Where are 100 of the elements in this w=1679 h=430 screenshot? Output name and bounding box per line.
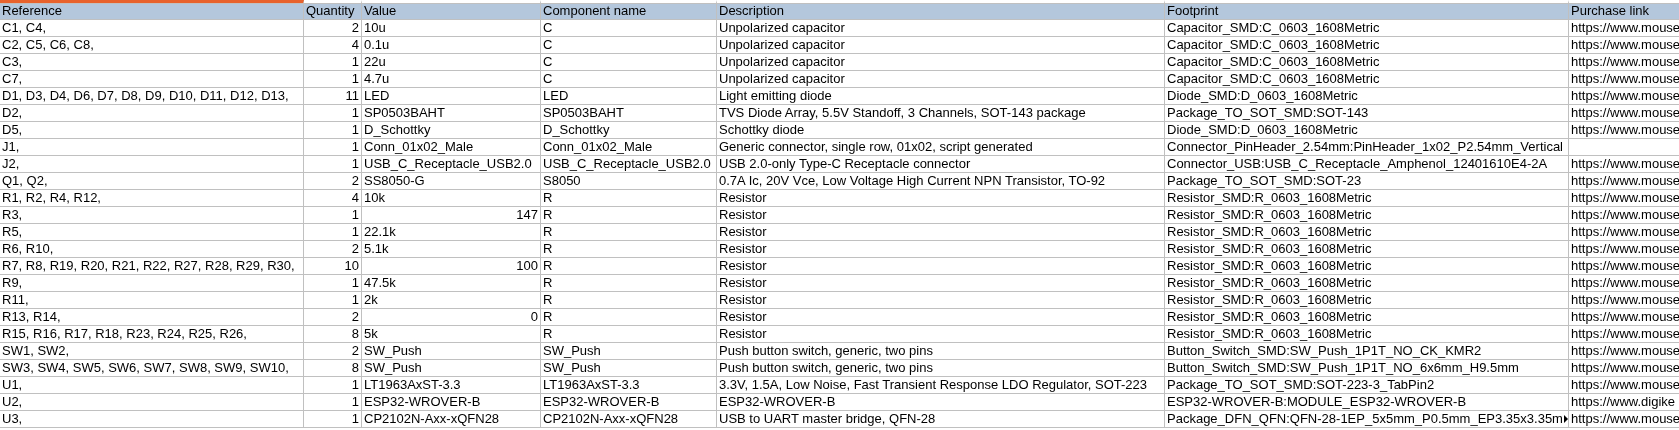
table-cell: R bbox=[541, 309, 717, 326]
table-cell: D_Schottky bbox=[541, 122, 717, 139]
table-cell: 8 bbox=[304, 360, 362, 377]
table-cell: 1 bbox=[304, 139, 362, 156]
table-cell: CP2102N-Axx-xQFN28 bbox=[362, 411, 541, 428]
table-cell: Resistor_SMD:R_0603_1608Metric bbox=[1165, 326, 1569, 343]
column-header[interactable]: Quantity bbox=[304, 0, 362, 20]
table-cell: https://www.mouse bbox=[1569, 258, 1679, 275]
table-cell: 2 bbox=[304, 20, 362, 37]
table-cell: R6, R10, bbox=[0, 241, 304, 258]
table-cell: SP0503BAHT bbox=[541, 105, 717, 122]
column-header[interactable]: Purchase link bbox=[1569, 0, 1679, 20]
table-cell: ESP32-WROVER-B bbox=[362, 394, 541, 411]
table-cell: https://www.mouse bbox=[1569, 37, 1679, 54]
table-cell: Resistor_SMD:R_0603_1608Metric bbox=[1165, 292, 1569, 309]
table-cell: https://www.mouse bbox=[1569, 411, 1679, 428]
table-cell: SW1, SW2, bbox=[0, 343, 304, 360]
table-cell: 2k bbox=[362, 292, 541, 309]
table-cell: R3, bbox=[0, 207, 304, 224]
table-cell: Schottky diode bbox=[717, 122, 1165, 139]
table-cell: Diode_SMD:D_0603_1608Metric bbox=[1165, 122, 1569, 139]
table-cell: Resistor_SMD:R_0603_1608Metric bbox=[1165, 258, 1569, 275]
table-cell: Resistor bbox=[717, 292, 1165, 309]
table-cell: Generic connector, single row, 01x02, script generated bbox=[717, 139, 1165, 156]
table-cell: Button_Switch_SMD:SW_Push_1P1T_NO_CK_KMR2 bbox=[1165, 343, 1569, 360]
table-cell: 1 bbox=[304, 122, 362, 139]
table-cell: Package_TO_SOT_SMD:SOT-223-3_TabPin2 bbox=[1165, 377, 1569, 394]
column-header[interactable]: Footprint bbox=[1165, 0, 1569, 20]
table-cell: 22.1k bbox=[362, 224, 541, 241]
table-cell: https://www.mouse bbox=[1569, 190, 1679, 207]
table-cell: https://www.mouse bbox=[1569, 309, 1679, 326]
table-cell: U1, bbox=[0, 377, 304, 394]
table-cell: 4.7u bbox=[362, 71, 541, 88]
table-cell: Resistor_SMD:R_0603_1608Metric bbox=[1165, 190, 1569, 207]
table-cell: 1 bbox=[304, 156, 362, 173]
table-cell: Unpolarized capacitor bbox=[717, 20, 1165, 37]
table-cell: R11, bbox=[0, 292, 304, 309]
table-cell: 2 bbox=[304, 343, 362, 360]
table-cell: R9, bbox=[0, 275, 304, 292]
table-cell: 10k bbox=[362, 190, 541, 207]
table-cell: TVS Diode Array, 5.5V Standoff, 3 Channels, SOT-143 package bbox=[717, 105, 1165, 122]
table-cell: https://www.digike bbox=[1569, 394, 1679, 411]
table-cell: 1 bbox=[304, 377, 362, 394]
table-cell: 1 bbox=[304, 105, 362, 122]
table-cell: https://www.mouse bbox=[1569, 275, 1679, 292]
table-cell: Resistor bbox=[717, 190, 1165, 207]
table-cell: 1 bbox=[304, 292, 362, 309]
table-cell: ESP32-WROVER-B bbox=[717, 394, 1165, 411]
column-header[interactable]: Reference bbox=[0, 0, 304, 20]
table-cell: https://www.mouse bbox=[1569, 20, 1679, 37]
table-cell: SW_Push bbox=[541, 360, 717, 377]
column-header[interactable]: Value bbox=[362, 0, 541, 20]
table-cell: Resistor_SMD:R_0603_1608Metric bbox=[1165, 275, 1569, 292]
table-cell: Resistor_SMD:R_0603_1608Metric bbox=[1165, 241, 1569, 258]
table-cell: 1 bbox=[304, 71, 362, 88]
table-cell: C1, C4, bbox=[0, 20, 304, 37]
table-cell: https://www.mouse bbox=[1569, 377, 1679, 394]
table-cell: Package_DFN_QFN:QFN-28-1EP_5x5mm_P0.5mm_EP3.35x3.35m bbox=[1167, 411, 1563, 426]
table-cell: 1 bbox=[304, 207, 362, 224]
table-cell: Capacitor_SMD:C_0603_1608Metric bbox=[1165, 71, 1569, 88]
table-cell: J2, bbox=[0, 156, 304, 173]
table-cell: 0 bbox=[362, 309, 541, 326]
table-cell: 1 bbox=[304, 411, 362, 428]
table-cell: LED bbox=[362, 88, 541, 105]
table-cell: Conn_01x02_Male bbox=[541, 139, 717, 156]
table-cell: Capacitor_SMD:C_0603_1608Metric bbox=[1165, 37, 1569, 54]
table-cell: 5.1k bbox=[362, 241, 541, 258]
table-cell: 10u bbox=[362, 20, 541, 37]
table-cell: R bbox=[541, 258, 717, 275]
table-cell: Push button switch, generic, two pins bbox=[717, 343, 1165, 360]
table-cell: Push button switch, generic, two pins bbox=[717, 360, 1165, 377]
table-cell: Button_Switch_SMD:SW_Push_1P1T_NO_6x6mm_H9.5mm bbox=[1165, 360, 1569, 377]
table-cell: USB_C_Receptacle_USB2.0 bbox=[362, 156, 541, 173]
table-cell: 10 bbox=[304, 258, 362, 275]
table-cell: Resistor bbox=[717, 275, 1165, 292]
table-cell: R13, R14, bbox=[0, 309, 304, 326]
table-cell: 1 bbox=[304, 394, 362, 411]
table-cell: 3.3V, 1.5A, Low Noise, Fast Transient Response LDO Regulator, SOT-223 bbox=[717, 377, 1165, 394]
table-cell: 1 bbox=[304, 224, 362, 241]
table-cell: 100 bbox=[362, 258, 541, 275]
table-cell: ESP32-WROVER-B bbox=[541, 394, 717, 411]
table-cell: Package_TO_SOT_SMD:SOT-143 bbox=[1165, 105, 1569, 122]
table-cell: https://www.mouse bbox=[1569, 122, 1679, 139]
table-cell: https://www.mouse bbox=[1569, 224, 1679, 241]
table-cell: R1, R2, R4, R12, bbox=[0, 190, 304, 207]
column-header[interactable]: Description bbox=[717, 0, 1165, 20]
table-cell: R5, bbox=[0, 224, 304, 241]
table-cell: USB 2.0-only Type-C Receptacle connector bbox=[717, 156, 1165, 173]
column-header[interactable]: Component name bbox=[541, 0, 717, 20]
table-cell: C7, bbox=[0, 71, 304, 88]
table-cell: C bbox=[541, 54, 717, 71]
table-cell: S8050 bbox=[541, 173, 717, 190]
table-cell: Connector_PinHeader_2.54mm:PinHeader_1x02_P2.54mm_Vertical bbox=[1165, 139, 1569, 156]
table-cell: C2, C5, C6, C8, bbox=[0, 37, 304, 54]
table-cell: R bbox=[541, 207, 717, 224]
table-cell: 147 bbox=[362, 207, 541, 224]
table-cell: Resistor_SMD:R_0603_1608Metric bbox=[1165, 309, 1569, 326]
table-cell: U2, bbox=[0, 394, 304, 411]
table-cell: D1, D3, D4, D6, D7, D8, D9, D10, D11, D12, D13, bbox=[0, 88, 304, 105]
table-cell: Resistor_SMD:R_0603_1608Metric bbox=[1165, 224, 1569, 241]
